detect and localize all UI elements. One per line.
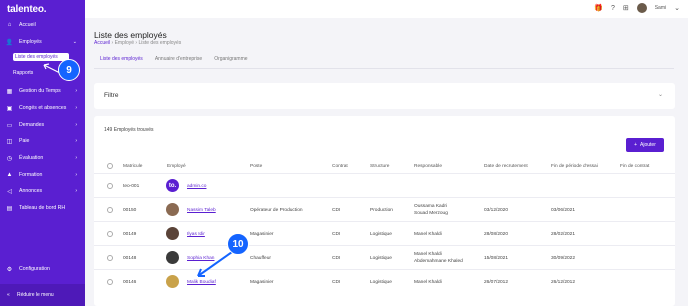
step-10-arrow	[197, 251, 233, 277]
step-badge-10: 10	[227, 233, 249, 255]
step-badge-9: 9	[58, 59, 80, 81]
annotation-arrows	[43, 63, 233, 277]
